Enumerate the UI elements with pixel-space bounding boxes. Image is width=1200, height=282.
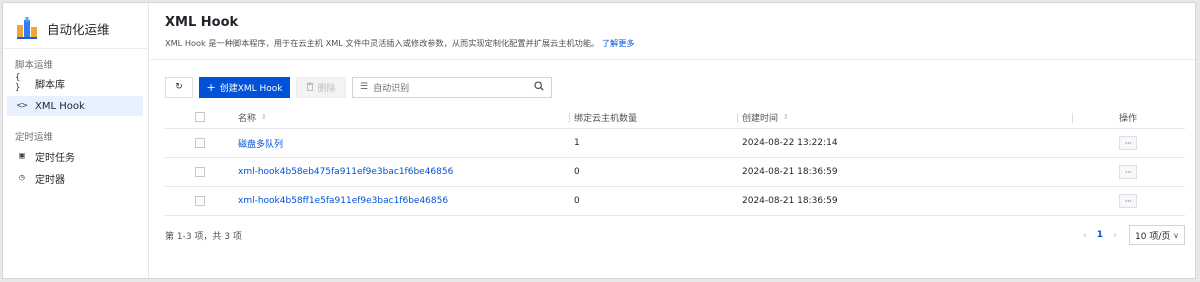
- page-title: XML Hook: [165, 15, 239, 30]
- sidebar-item-label: 定时任务: [35, 152, 75, 164]
- bound-count: 1: [574, 138, 580, 148]
- sidebar-item-label: 定时器: [35, 174, 65, 186]
- bound-count: 0: [574, 167, 580, 177]
- table-footer: 第 1-3 项，共 3 项 ‹ 1 › 10 项/页 ∨: [165, 224, 1185, 246]
- sidebar-item-timers[interactable]: ◷ 定时器: [7, 168, 143, 188]
- clipboard-icon: ▣: [19, 151, 25, 161]
- row-actions: ···: [1119, 187, 1137, 215]
- create-xml-hook-button[interactable]: + 创建XML Hook: [199, 76, 290, 98]
- search-input[interactable]: ☰ 自动识别: [352, 76, 552, 98]
- learn-more-link[interactable]: 了解更多: [602, 38, 635, 48]
- page-description: XML Hook 是一种脚本程序，用于在云主机 XML 文件中灵活插入或修改参数…: [165, 37, 635, 49]
- pagination: ‹ 1 › 10 项/页 ∨: [1077, 224, 1185, 246]
- sidebar-divider: [3, 48, 149, 49]
- app-window: 自动化运维 脚本运维 { } 脚本库 <> XML Hook 定时运维 ▣ 定时…: [2, 2, 1196, 279]
- table-row: xml-hook4b58eb475fa911ef9e3bac1f6be46856…: [165, 158, 1185, 187]
- chevron-down-icon: ∨: [1173, 230, 1179, 240]
- description-text: XML Hook 是一种脚本程序，用于在云主机 XML 文件中灵活插入或修改参数…: [165, 38, 600, 48]
- table-header-row: 名称 ⇕ 绑定云主机数量 创建时间 ⇕ 操作: [165, 106, 1185, 129]
- nav-group-title-script-ops: 脚本运维: [15, 60, 54, 71]
- prev-page-icon[interactable]: ‹: [1083, 230, 1087, 241]
- timer-icon: ◷: [19, 173, 25, 183]
- row-checkbox[interactable]: [195, 187, 205, 215]
- created-time: 2024-08-22 13:22:14: [742, 138, 838, 148]
- total-count-text: 第 1-3 项，共 3 项: [165, 232, 242, 242]
- column-header-actions: 操作: [1119, 113, 1138, 124]
- row-actions: ···: [1119, 129, 1137, 157]
- braces-icon: { }: [15, 73, 21, 93]
- app-title: 自动化运维: [47, 21, 110, 37]
- refresh-button[interactable]: ↻: [165, 76, 193, 98]
- next-page-icon[interactable]: ›: [1113, 230, 1117, 241]
- brand: 自动化运维: [15, 15, 110, 41]
- bound-count: 0: [574, 196, 580, 206]
- app-logo-icon: [15, 16, 39, 40]
- nav-group-title-scheduled-ops: 定时运维: [15, 132, 54, 143]
- page-size-select[interactable]: 10 项/页 ∨: [1129, 225, 1185, 245]
- page-header: XML Hook XML Hook 是一种脚本程序，用于在云主机 XML 文件中…: [150, 3, 1195, 60]
- main-content: XML Hook XML Hook 是一种脚本程序，用于在云主机 XML 文件中…: [150, 3, 1195, 278]
- hook-name-link[interactable]: 磁盘多队列: [238, 129, 283, 157]
- trash-icon: [306, 81, 314, 93]
- row-checkbox[interactable]: [195, 158, 205, 186]
- table-row: 磁盘多队列 1 2024-08-22 13:22:14 ···: [165, 129, 1185, 158]
- hook-name-link[interactable]: xml-hook4b58ff1e5fa911ef9e3bac1f6be46856: [238, 187, 448, 215]
- row-checkbox[interactable]: [195, 129, 205, 157]
- column-divider: [1072, 113, 1073, 123]
- sort-icon[interactable]: ⇕: [261, 113, 267, 121]
- xml-hook-table: 名称 ⇕ 绑定云主机数量 创建时间 ⇕ 操作 磁盘多队列 1 2024-08-2…: [165, 106, 1185, 216]
- sidebar: 自动化运维 脚本运维 { } 脚本库 <> XML Hook 定时运维 ▣ 定时…: [3, 3, 149, 278]
- hook-name-link[interactable]: xml-hook4b58eb475fa911ef9e3bac1f6be46856: [238, 158, 453, 186]
- sidebar-item-scheduled-tasks[interactable]: ▣ 定时任务: [7, 146, 143, 166]
- delete-button[interactable]: 删除: [296, 76, 346, 98]
- table-row: xml-hook4b58ff1e5fa911ef9e3bac1f6be46856…: [165, 187, 1185, 216]
- sidebar-item-xml-hook[interactable]: <> XML Hook: [7, 96, 143, 116]
- created-time: 2024-08-21 18:36:59: [742, 167, 838, 177]
- more-actions-button[interactable]: ···: [1119, 194, 1137, 208]
- sort-icon[interactable]: ⇕: [783, 113, 789, 121]
- row-actions: ···: [1119, 158, 1137, 186]
- column-header-count: 绑定云主机数量: [574, 113, 638, 124]
- delete-button-label: 删除: [317, 83, 336, 94]
- select-all-checkbox[interactable]: [195, 106, 205, 128]
- sidebar-item-script-library[interactable]: { } 脚本库: [7, 73, 143, 93]
- toolbar: ↻ + 创建XML Hook 删除 ☰ 自动识别: [165, 76, 552, 98]
- search-placeholder: 自动识别: [373, 83, 410, 94]
- sidebar-item-label: XML Hook: [35, 100, 85, 112]
- filter-icon: ☰: [360, 82, 369, 92]
- page-size-value: 10 项/页: [1135, 231, 1171, 242]
- column-header-created[interactable]: 创建时间 ⇕: [742, 106, 789, 128]
- column-header-name[interactable]: 名称 ⇕: [238, 106, 267, 128]
- column-divider: [737, 113, 738, 123]
- more-actions-button[interactable]: ···: [1119, 165, 1137, 179]
- sidebar-item-label: 脚本库: [35, 79, 65, 91]
- created-time: 2024-08-21 18:36:59: [742, 196, 838, 206]
- code-icon: <>: [16, 101, 28, 111]
- create-button-label: 创建XML Hook: [219, 83, 283, 94]
- refresh-icon: ↻: [175, 82, 183, 92]
- more-actions-button[interactable]: ···: [1119, 136, 1137, 150]
- plus-icon: +: [206, 80, 216, 94]
- column-divider: [569, 113, 570, 123]
- search-icon[interactable]: [534, 80, 544, 94]
- page-number[interactable]: 1: [1097, 230, 1103, 240]
